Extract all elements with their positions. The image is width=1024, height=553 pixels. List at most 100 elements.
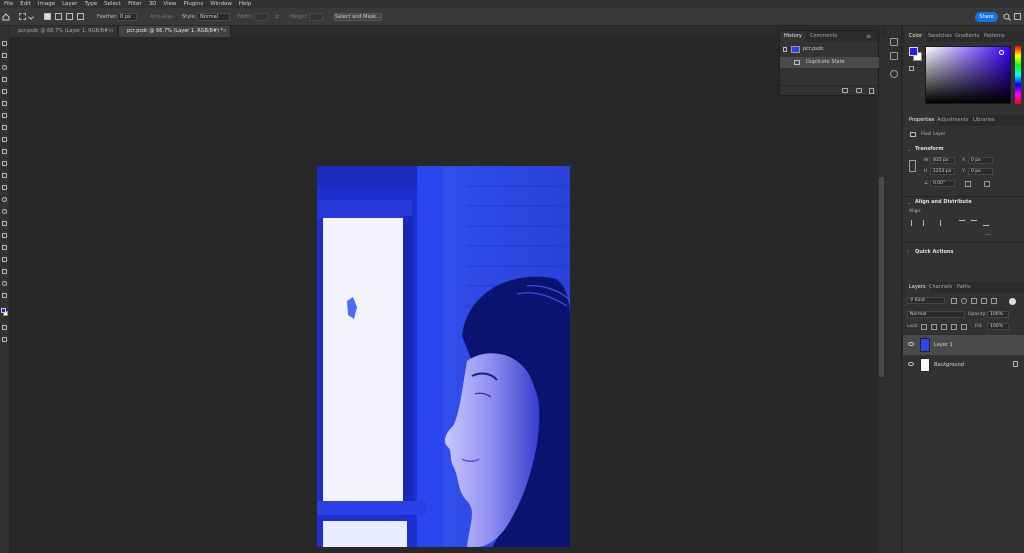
type-tool-icon[interactable] — [1, 232, 8, 239]
fill-input[interactable]: 100% — [987, 323, 1009, 330]
hand-tool-icon[interactable] — [1, 268, 8, 275]
align-bottom-icon[interactable] — [983, 220, 989, 226]
layer-row-background[interactable]: Background — [903, 355, 1024, 375]
tab-color[interactable]: Color — [905, 31, 927, 42]
lock-transparent-icon[interactable] — [921, 324, 927, 330]
swap-icon[interactable]: ⇄ — [275, 14, 279, 20]
feather-input[interactable]: 0 px — [117, 13, 137, 21]
tab-paths[interactable]: Paths — [953, 282, 975, 293]
screen-mode-icon[interactable] — [1, 336, 8, 343]
pen-tool-icon[interactable] — [1, 220, 8, 227]
foreground-color-swatch[interactable] — [909, 47, 918, 56]
layer-name[interactable]: Background — [934, 362, 964, 368]
align-center-horizontal-icon[interactable] — [923, 220, 929, 226]
eraser-tool-icon[interactable] — [1, 172, 8, 179]
history-icon[interactable] — [890, 38, 898, 46]
menu-select[interactable]: Select — [104, 0, 121, 8]
search-icon[interactable] — [1003, 13, 1011, 21]
marquee-tool-icon[interactable] — [19, 13, 26, 20]
chevron-down-icon[interactable] — [28, 14, 34, 20]
gradient-tool-icon[interactable] — [1, 184, 8, 191]
align-left-icon[interactable] — [911, 220, 917, 226]
intersect-selection-icon[interactable] — [77, 13, 84, 20]
tab-libraries[interactable]: Libraries — [969, 115, 999, 126]
filter-shape-icon[interactable] — [981, 298, 987, 304]
filter-type-icon[interactable] — [971, 298, 977, 304]
lock-pixels-icon[interactable] — [931, 324, 937, 330]
path-selection-tool-icon[interactable] — [1, 244, 8, 251]
crop-tool-icon[interactable] — [1, 88, 8, 95]
eyedropper-tool-icon[interactable] — [1, 112, 8, 119]
style-select[interactable]: Normal — [197, 13, 230, 21]
menu-type[interactable]: Type — [84, 0, 97, 8]
foreground-color-swatch[interactable] — [1, 308, 6, 313]
new-selection-icon[interactable] — [44, 13, 51, 20]
marquee-tool-icon[interactable] — [1, 52, 8, 59]
menu-file[interactable]: File — [4, 0, 13, 8]
blend-mode-select[interactable]: Normal — [907, 311, 965, 318]
angle-field[interactable]: 0.00° — [930, 180, 955, 187]
tab-document-2[interactable]: pcr.psdc @ 66.7% (Layer 1, RGB/8#) * × — [119, 26, 231, 37]
quick-mask-icon[interactable] — [1, 324, 8, 331]
layer-filter-select[interactable]: ⚲ Kind — [907, 297, 945, 304]
layer-name[interactable]: Layer 1 — [934, 342, 953, 348]
more-options-icon[interactable]: ··· — [985, 232, 991, 239]
healing-brush-tool-icon[interactable] — [1, 124, 8, 131]
more-tools-icon[interactable] — [1, 292, 8, 299]
lock-artboard-icon[interactable] — [951, 324, 957, 330]
panel-menu-icon[interactable]: ≡ — [866, 33, 871, 40]
y-field[interactable]: 0 px — [968, 168, 993, 175]
select-and-mask-button[interactable]: Select and Mask... — [334, 13, 382, 21]
filter-pixel-icon[interactable] — [951, 298, 957, 304]
menu-plugins[interactable]: Plugins — [183, 0, 203, 8]
width-input[interactable] — [254, 13, 268, 21]
trash-icon[interactable] — [869, 88, 874, 94]
quick-select-tool-icon[interactable] — [1, 76, 8, 83]
menu-view[interactable]: View — [163, 0, 176, 8]
tab-gradients[interactable]: Gradients — [951, 31, 983, 42]
workspace-icon[interactable] — [1014, 13, 1021, 20]
tab-history[interactable]: History — [780, 31, 806, 42]
history-brush-tool-icon[interactable] — [1, 160, 8, 167]
chevron-right-icon[interactable]: › — [907, 249, 909, 255]
height-input[interactable] — [309, 13, 323, 21]
new-document-from-state-icon[interactable] — [842, 88, 848, 93]
close-icon[interactable]: × — [110, 26, 114, 37]
quick-actions-title[interactable]: Quick Actions — [915, 249, 953, 255]
color-picker-field[interactable] — [925, 46, 1011, 104]
clone-stamp-tool-icon[interactable] — [1, 148, 8, 155]
history-state[interactable]: Duplicate State — [780, 57, 879, 68]
opacity-input[interactable]: 100% — [987, 311, 1009, 318]
align-right-icon[interactable] — [935, 220, 941, 226]
eye-icon[interactable] — [908, 342, 914, 346]
brush-tool-icon[interactable] — [1, 136, 8, 143]
filter-adjustment-icon[interactable] — [961, 298, 967, 304]
layer-row-layer-1[interactable]: Layer 1 — [903, 335, 1024, 355]
lasso-tool-icon[interactable] — [1, 64, 8, 71]
clock-icon[interactable] — [890, 70, 898, 78]
x-field[interactable]: 0 px — [968, 157, 993, 164]
tab-patterns[interactable]: Patterns — [980, 31, 1009, 42]
document-image[interactable] — [317, 166, 570, 547]
menu-help[interactable]: Help — [239, 0, 252, 8]
subtract-selection-icon[interactable] — [66, 13, 73, 20]
eye-icon[interactable] — [908, 362, 914, 366]
antialias-label[interactable]: Anti-alias — [150, 14, 173, 20]
close-icon[interactable]: × — [223, 26, 227, 37]
tab-comments[interactable]: Comments — [806, 31, 841, 42]
hue-slider[interactable] — [1015, 46, 1021, 104]
home-icon[interactable] — [2, 13, 10, 21]
tab-channels[interactable]: Channels — [925, 282, 956, 293]
vertical-scrollbar[interactable] — [878, 37, 886, 553]
zoom-tool-icon[interactable] — [1, 280, 8, 287]
frame-tool-icon[interactable] — [1, 100, 8, 107]
menu-window[interactable]: Window — [210, 0, 232, 8]
dodge-tool-icon[interactable] — [1, 208, 8, 215]
link-icon[interactable] — [909, 160, 916, 172]
width-field[interactable]: 835 px — [930, 157, 955, 164]
filter-toggle-icon[interactable] — [1009, 298, 1016, 305]
menu-layer[interactable]: Layer — [62, 0, 77, 8]
menu-edit[interactable]: Edit — [20, 0, 31, 8]
menu-image[interactable]: Image — [38, 0, 55, 8]
align-top-icon[interactable] — [959, 220, 965, 226]
